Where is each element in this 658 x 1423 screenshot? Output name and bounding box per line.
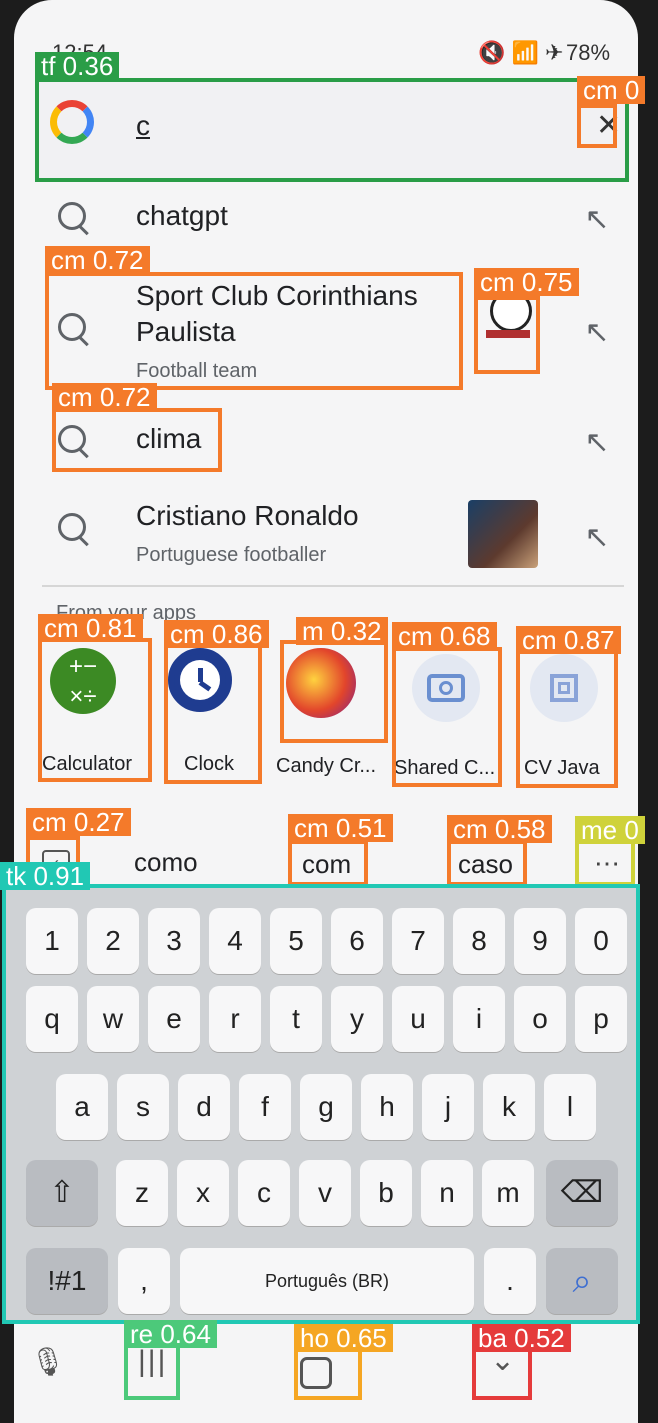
divider bbox=[42, 585, 624, 587]
prediction-como[interactable]: como bbox=[134, 847, 198, 878]
fill-arrow-icon[interactable]: ↖ bbox=[582, 523, 612, 553]
detection-label: tf 0.36 bbox=[35, 52, 120, 80]
detection-box-back bbox=[472, 1348, 532, 1400]
detection-label: cm 0.58 bbox=[447, 815, 552, 843]
detection-box-com bbox=[288, 840, 368, 886]
detection-box-logo bbox=[474, 296, 540, 374]
detection-box-clock bbox=[164, 640, 262, 784]
detection-label: ho 0.65 bbox=[294, 1324, 393, 1352]
status-icons: 🔇 📶 ✈ bbox=[478, 40, 564, 65]
detection-label: cm 0.86 bbox=[164, 620, 269, 648]
detection-box-keyboard bbox=[2, 884, 640, 1324]
detection-box-candy bbox=[280, 640, 388, 743]
suggestion-subtitle: Portuguese footballer bbox=[136, 544, 327, 566]
detection-label: re 0.64 bbox=[124, 1320, 217, 1348]
detection-box-shared bbox=[392, 647, 502, 787]
detection-box-calculator bbox=[38, 638, 152, 782]
detection-box-clima bbox=[52, 408, 222, 472]
ronaldo-photo bbox=[468, 500, 538, 568]
app-label: Candy Cr... bbox=[276, 755, 377, 777]
detection-box-caso bbox=[447, 840, 527, 886]
suggestion-label: Cristiano Ronaldo bbox=[136, 500, 359, 531]
detection-label: me 0 bbox=[575, 816, 645, 844]
detection-label: ba 0.52 bbox=[472, 1324, 571, 1352]
fill-arrow-icon[interactable]: ↖ bbox=[582, 205, 612, 235]
detection-label: cm 0.72 bbox=[45, 246, 150, 274]
detection-label: cm 0 bbox=[577, 76, 646, 104]
detection-label: cm 0.75 bbox=[474, 268, 579, 296]
search-icon bbox=[58, 202, 86, 230]
detection-box-sport bbox=[45, 272, 463, 390]
detection-box-search bbox=[35, 78, 629, 182]
detection-box-more bbox=[575, 840, 635, 886]
detection-label: cm 0.68 bbox=[392, 622, 497, 650]
battery-level: 78% bbox=[566, 40, 611, 65]
detection-label: cm 0.87 bbox=[516, 626, 621, 654]
detection-box-close bbox=[577, 104, 617, 148]
detection-box-home bbox=[294, 1348, 362, 1400]
detection-box-recents bbox=[124, 1344, 180, 1400]
detection-label: cm 0.27 bbox=[26, 808, 131, 836]
fill-arrow-icon[interactable]: ↖ bbox=[582, 428, 612, 458]
fill-arrow-icon[interactable]: ↖ bbox=[582, 318, 612, 348]
microphone-icon[interactable]: 🎙 bbox=[30, 1345, 66, 1378]
detection-label: cm 0.81 bbox=[38, 614, 143, 642]
detection-label: cm 0.72 bbox=[52, 383, 157, 411]
search-icon bbox=[58, 513, 86, 541]
detection-label: m 0.32 bbox=[296, 617, 388, 645]
detection-label: tk 0.91 bbox=[0, 862, 91, 890]
detection-label: cm 0.51 bbox=[288, 814, 393, 842]
suggestion-label: chatgpt bbox=[136, 200, 228, 231]
detection-box-cv bbox=[516, 648, 618, 788]
